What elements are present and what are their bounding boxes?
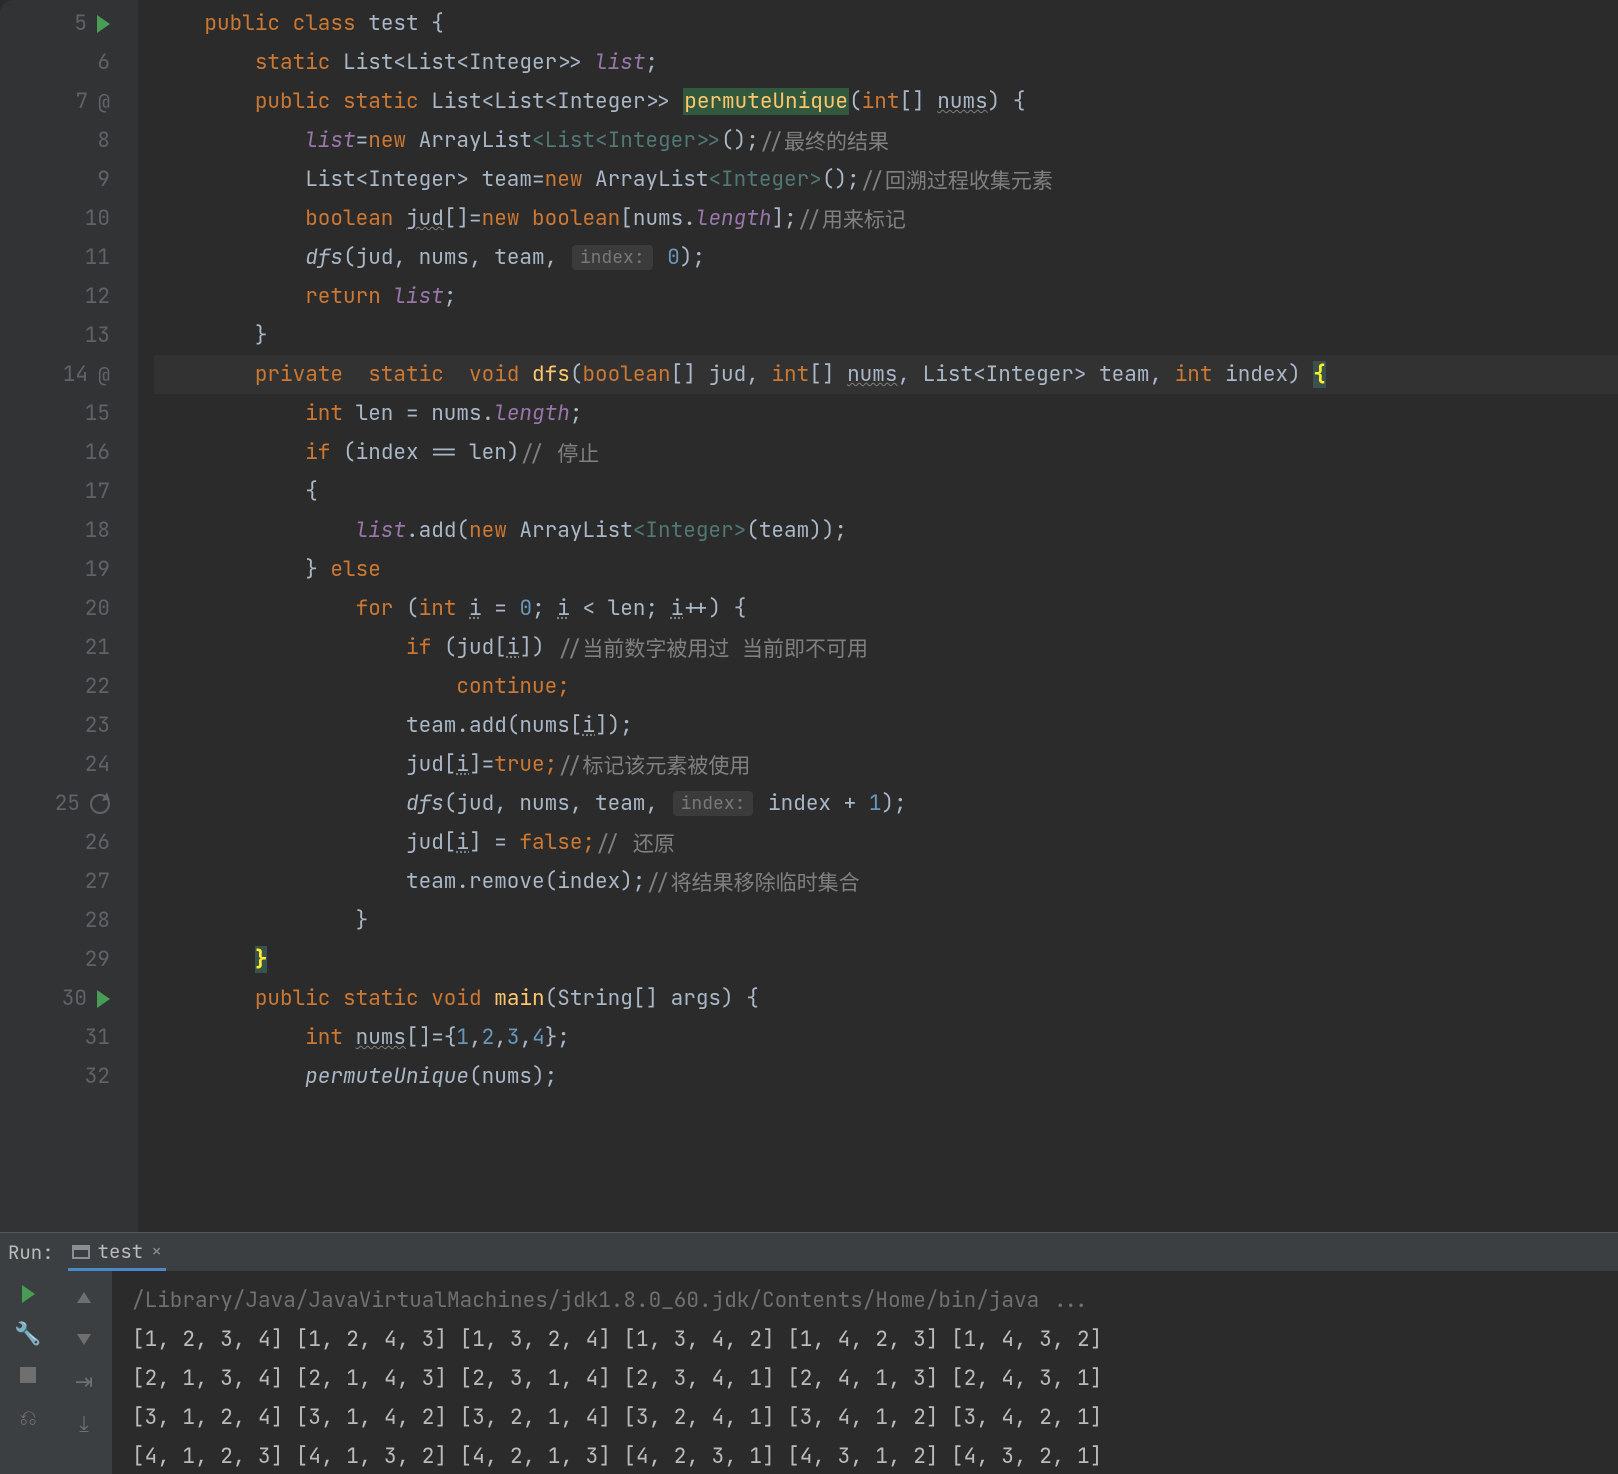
code-line[interactable]: static List<List<Integer>> list; <box>154 43 1618 82</box>
console-line: [4, 1, 2, 3] [4, 1, 3, 2] [4, 2, 1, 3] [… <box>132 1443 1102 1470</box>
console-line: [3, 1, 2, 4] [3, 1, 4, 2] [3, 2, 1, 4] [… <box>132 1404 1102 1431</box>
wrench-icon[interactable]: 🔧 <box>16 1321 40 1345</box>
line-number: 31 <box>85 1024 110 1051</box>
line-number: 7 <box>75 88 88 115</box>
console-icon <box>72 1245 90 1259</box>
line-number: 11 <box>85 244 110 271</box>
line-number: 5 <box>74 10 87 37</box>
code-line[interactable]: team.remove(index);//将结果移除临时集合 <box>154 862 1618 901</box>
code-line[interactable]: { <box>154 472 1618 511</box>
code-line[interactable]: team.add(nums[i]); <box>154 706 1618 745</box>
arrow-down-icon[interactable] <box>72 1327 96 1351</box>
code-line[interactable]: continue; <box>154 667 1618 706</box>
close-icon[interactable]: × <box>151 1240 162 1263</box>
code-line[interactable]: if (index == len)// 停止 <box>154 433 1618 472</box>
run-body: 🔧 ⎌ ⇥ ⤓ /Library/Java/JavaVirtualMachine… <box>0 1271 1618 1474</box>
line-number: 19 <box>85 556 110 583</box>
dump-icon[interactable]: ⎌ <box>16 1405 40 1429</box>
run-panel: Run: test × 🔧 ⎌ ⇥ ⤓ /Library/Java/JavaVi… <box>0 1232 1618 1474</box>
code-line[interactable]: public static void main(String[] args) { <box>154 979 1618 1018</box>
code-line[interactable]: dfs(jud, nums, team, index: 0); <box>154 238 1618 277</box>
console-cmd: /Library/Java/JavaVirtualMachines/jdk1.8… <box>132 1287 1090 1314</box>
line-number: 32 <box>85 1063 110 1090</box>
run-icon[interactable] <box>97 990 110 1008</box>
code-line[interactable]: dfs(jud, nums, team, index: index + 1); <box>154 784 1618 823</box>
line-number: 30 <box>62 985 87 1012</box>
line-number: 23 <box>85 712 110 739</box>
ide-window: 5 6 7 @ 8 9 10 11 12 13 14 @ 15 16 17 18 1… <box>0 0 1618 1474</box>
code-line[interactable]: return list; <box>154 277 1618 316</box>
console-line: [2, 1, 3, 4] [2, 1, 4, 3] [2, 3, 1, 4] [… <box>132 1365 1102 1392</box>
run-toolbar-nav: ⇥ ⤓ <box>56 1271 112 1474</box>
line-number: 24 <box>85 751 110 778</box>
line-number: 8 <box>97 127 110 154</box>
line-number: 9 <box>97 166 110 193</box>
rerun-icon[interactable] <box>22 1285 35 1303</box>
editor-area: 5 6 7 @ 8 9 10 11 12 13 14 @ 15 16 17 18 1… <box>0 0 1618 1232</box>
recursive-icon[interactable] <box>90 794 110 814</box>
code-line[interactable]: permuteUnique(nums); <box>154 1057 1618 1096</box>
console-output[interactable]: /Library/Java/JavaVirtualMachines/jdk1.8… <box>112 1271 1618 1474</box>
run-tab-title: test <box>98 1239 144 1264</box>
run-toolbar-left: 🔧 ⎌ <box>0 1271 56 1474</box>
code-line[interactable]: int nums[]={1,2,3,4}; <box>154 1018 1618 1057</box>
line-number: 28 <box>85 907 110 934</box>
code-line[interactable]: public class test { <box>154 4 1618 43</box>
code-line[interactable]: list=new ArrayList<List<Integer>>();//最终… <box>154 121 1618 160</box>
code-line-current[interactable]: private static void dfs(boolean[] jud, i… <box>154 355 1618 394</box>
line-number: 6 <box>97 49 110 76</box>
run-label: Run: <box>8 1240 54 1265</box>
line-number: 21 <box>85 634 110 661</box>
fold-column[interactable] <box>120 0 138 1232</box>
console-line: [1, 2, 3, 4] [1, 2, 4, 3] [1, 3, 2, 4] [… <box>132 1326 1102 1353</box>
line-number: 16 <box>85 439 110 466</box>
line-number: 12 <box>85 283 110 310</box>
code-line[interactable]: } <box>154 901 1618 940</box>
code-line[interactable]: list.add(new ArrayList<Integer>(team)); <box>154 511 1618 550</box>
line-gutter[interactable]: 5 6 7 @ 8 9 10 11 12 13 14 @ 15 16 17 18 1… <box>0 0 120 1232</box>
override-icon[interactable]: @ <box>98 362 110 388</box>
override-icon[interactable]: @ <box>98 89 110 115</box>
line-number: 25 <box>55 790 80 817</box>
line-number: 13 <box>85 322 110 349</box>
line-number: 15 <box>85 400 110 427</box>
code-line[interactable]: } <box>154 940 1618 979</box>
code-line[interactable]: boolean jud[]=new boolean[nums.length];/… <box>154 199 1618 238</box>
code-line[interactable]: int len = nums.length; <box>154 394 1618 433</box>
line-number: 29 <box>85 946 110 973</box>
line-number: 10 <box>85 205 110 232</box>
line-number: 20 <box>85 595 110 622</box>
line-number: 26 <box>85 829 110 856</box>
line-number: 27 <box>85 868 110 895</box>
code-line[interactable]: List<Integer> team=new ArrayList<Integer… <box>154 160 1618 199</box>
line-number: 17 <box>85 478 110 505</box>
code-area[interactable]: public class test { static List<List<Int… <box>138 0 1618 1232</box>
code-line[interactable]: for (int i = 0; i < len; i++) { <box>154 589 1618 628</box>
code-line[interactable]: } else <box>154 550 1618 589</box>
run-header: Run: test × <box>0 1233 1618 1271</box>
run-icon[interactable] <box>97 15 110 33</box>
arrow-up-icon[interactable] <box>72 1285 96 1309</box>
line-number: 14 <box>63 361 88 388</box>
param-hint: index: <box>572 245 653 270</box>
code-line[interactable]: jud[i] = false;// 还原 <box>154 823 1618 862</box>
code-line[interactable]: } <box>154 316 1618 355</box>
run-tab[interactable]: test × <box>68 1233 166 1271</box>
stop-icon[interactable] <box>16 1363 40 1387</box>
code-line[interactable]: jud[i]=true;//标记该元素被使用 <box>154 745 1618 784</box>
line-number: 22 <box>85 673 110 700</box>
line-number: 18 <box>85 517 110 544</box>
code-line[interactable]: if (jud[i]) //当前数字被用过 当前即不可用 <box>154 628 1618 667</box>
code-line[interactable]: public static List<List<Integer>> permut… <box>154 82 1618 121</box>
param-hint: index: <box>673 791 754 816</box>
soft-wrap-icon[interactable]: ⇥ <box>72 1369 96 1393</box>
scroll-end-icon[interactable]: ⤓ <box>72 1411 96 1435</box>
